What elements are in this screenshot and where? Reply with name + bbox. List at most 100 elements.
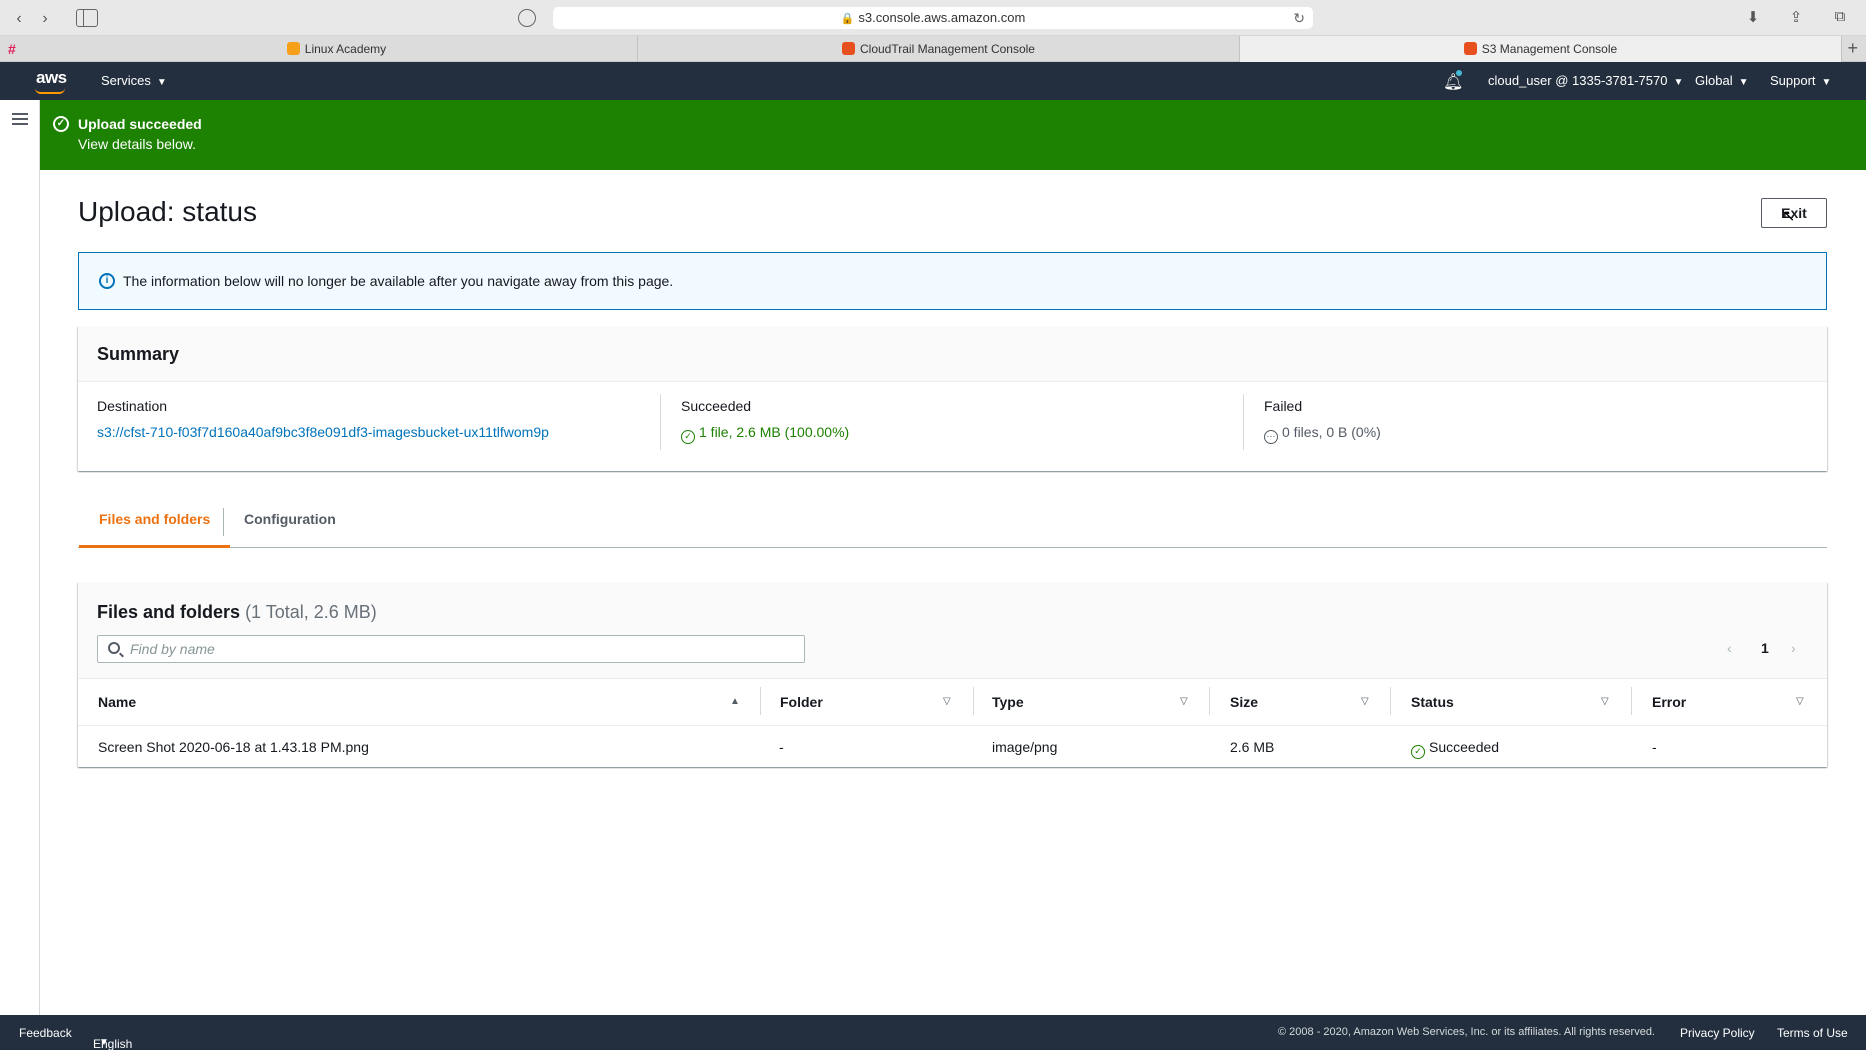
info-icon: i <box>99 273 115 289</box>
success-check-icon: ✓ <box>681 430 695 444</box>
search-field[interactable] <box>97 635 805 663</box>
prev-page-icon[interactable]: ‹ <box>1727 640 1732 656</box>
files-count: (1 Total, 2.6 MB) <box>245 602 377 622</box>
page-title: Upload: status <box>78 196 257 227</box>
failed-label: Failed <box>1264 398 1303 414</box>
column-header-folder[interactable]: Folder <box>780 694 823 710</box>
sort-icon[interactable]: ▽ <box>1180 696 1188 707</box>
column-header-name[interactable]: Name <box>98 694 136 710</box>
sidebar-toggle-icon[interactable] <box>76 9 98 27</box>
pagination: ‹ 1 › <box>1727 640 1807 660</box>
privacy-policy-link[interactable]: Privacy Policy <box>1680 1026 1755 1040</box>
success-check-icon: ✓ <box>1411 745 1425 759</box>
files-title-wrap: Files and folders (1 Total, 2.6 MB) <box>97 602 377 623</box>
privacy-shield-icon[interactable] <box>518 9 536 27</box>
failed-value-wrap: ⋯ 0 files, 0 B (0%) <box>1264 424 1381 444</box>
cell-status: ✓ Succeeded <box>1411 739 1499 759</box>
cell-type: image/png <box>992 739 1058 755</box>
share-icon[interactable]: ⇪ <box>1783 8 1809 28</box>
support-menu[interactable]: Support ▼ <box>1770 62 1831 100</box>
tab-title: CloudTrail Management Console <box>860 42 1035 56</box>
aws-logo[interactable]: aws <box>36 68 67 88</box>
failed-value: 0 files, 0 B (0%) <box>1282 424 1381 440</box>
column-header-error[interactable]: Error <box>1652 694 1686 710</box>
sort-icon[interactable]: ▽ <box>1601 696 1609 707</box>
caret-down-icon: ▼ <box>99 1037 109 1048</box>
tab-linux-academy[interactable]: Linux Academy <box>36 36 638 62</box>
account-label: cloud_user @ 1335-3781-7570 <box>1488 73 1668 88</box>
feedback-link[interactable]: Feedback <box>19 1026 72 1040</box>
caret-down-icon: ▼ <box>1673 77 1684 88</box>
column-divider <box>1390 687 1391 715</box>
cell-folder: - <box>779 739 784 755</box>
tab-files-and-folders[interactable]: Files and folders <box>79 500 231 548</box>
cell-error: - <box>1652 739 1657 755</box>
destination-link[interactable]: s3://cfst-710-f03f7d160a40af9bc3f8e091df… <box>97 424 549 440</box>
new-tab-icon[interactable]: + <box>1847 38 1858 59</box>
info-alert: i The information below will no longer b… <box>78 252 1827 310</box>
caret-down-icon: ▼ <box>1738 77 1749 88</box>
terms-of-use-link[interactable]: Terms of Use <box>1777 1026 1848 1040</box>
caret-down-icon: ▼ <box>1821 77 1832 88</box>
flash-subtitle: View details below. <box>78 136 197 152</box>
tab-s3[interactable]: S3 Management Console <box>1240 36 1842 62</box>
notification-dot <box>1456 70 1462 76</box>
files-table-header: Files and folders (1 Total, 2.6 MB) ‹ 1 … <box>78 582 1827 679</box>
browser-toolbar: ‹ › 🔒 s3.console.aws.amazon.com ↻ ⬇ ⇪ ⧉ <box>0 0 1866 36</box>
support-label: Support <box>1770 73 1816 88</box>
summary-header: Summary <box>78 326 1827 382</box>
summary-title: Summary <box>97 344 180 364</box>
copyright-text: © 2008 - 2020, Amazon Web Services, Inc.… <box>1278 1026 1655 1038</box>
succeeded-column: Succeeded ✓ 1 file, 2.6 MB (100.00%) <box>681 398 849 456</box>
side-navigation-rail <box>0 100 40 1015</box>
tab-configuration[interactable]: Configuration <box>224 500 356 548</box>
column-divider <box>1209 687 1210 715</box>
pinned-tab-icon[interactable]: # <box>8 42 22 56</box>
sort-icon[interactable]: ▽ <box>1361 696 1369 707</box>
tabs-overview-icon[interactable]: ⧉ <box>1827 8 1853 28</box>
reload-icon[interactable]: ↻ <box>1293 7 1305 29</box>
sort-icon[interactable]: ▽ <box>943 696 951 707</box>
current-page[interactable]: 1 <box>1761 640 1769 656</box>
failed-dash-icon: ⋯ <box>1264 430 1278 444</box>
back-icon[interactable]: ‹ <box>8 9 30 29</box>
column-header-type[interactable]: Type <box>992 694 1024 710</box>
column-divider <box>973 687 974 715</box>
column-header-status[interactable]: Status <box>1411 694 1454 710</box>
succeeded-value-wrap: ✓ 1 file, 2.6 MB (100.00%) <box>681 424 849 444</box>
files-table-panel: Files and folders (1 Total, 2.6 MB) ‹ 1 … <box>78 582 1827 767</box>
account-menu[interactable]: cloud_user @ 1335-3781-7570 ▼ <box>1488 62 1683 100</box>
region-menu[interactable]: Global ▼ <box>1695 62 1748 100</box>
services-menu[interactable]: Services ▼ <box>101 62 167 100</box>
hamburger-menu-icon[interactable] <box>12 113 28 125</box>
info-text: The information below will no longer be … <box>123 273 674 289</box>
downloads-icon[interactable]: ⬇ <box>1740 8 1766 28</box>
tab-cloudtrail[interactable]: CloudTrail Management Console <box>638 36 1240 62</box>
address-bar[interactable]: 🔒 s3.console.aws.amazon.com ↻ <box>553 7 1313 29</box>
tab-title: S3 Management Console <box>1481 42 1618 56</box>
tab-title: Linux Academy <box>304 42 387 56</box>
column-divider <box>1631 687 1632 715</box>
destination-column: Destination s3://cfst-710-f03f7d160a40af… <box>97 398 549 456</box>
column-header-size[interactable]: Size <box>1230 694 1258 710</box>
sort-icon[interactable]: ▽ <box>1796 696 1804 707</box>
detail-tabs: Files and folders Configuration <box>78 500 1827 548</box>
success-flash-banner: ✓ Upload succeeded View details below. <box>40 100 1866 170</box>
file-name-link[interactable]: Screen Shot 2020-06-18 at 1.43.18 PM.png <box>98 739 369 755</box>
failed-column: Failed ⋯ 0 files, 0 B (0%) <box>1264 398 1381 456</box>
sort-ascending-icon[interactable]: ▲ <box>730 696 740 707</box>
destination-label: Destination <box>97 398 168 414</box>
next-page-icon[interactable]: › <box>1791 640 1796 656</box>
aws-header: aws Services ▼ 🔔︎ cloud_user @ 1335-3781-… <box>0 62 1866 100</box>
column-divider <box>760 687 761 715</box>
files-title: Files and folders <box>97 602 241 622</box>
url-text: s3.console.aws.amazon.com <box>858 10 1026 25</box>
succeeded-value: 1 file, 2.6 MB (100.00%) <box>699 424 850 440</box>
forward-icon[interactable]: › <box>34 9 56 29</box>
search-input[interactable] <box>130 640 790 658</box>
succeeded-label: Succeeded <box>681 398 752 414</box>
search-icon <box>108 642 120 654</box>
aws-favicon-icon <box>1463 42 1477 55</box>
services-label: Services <box>101 73 151 88</box>
linux-academy-favicon-icon <box>286 42 300 55</box>
